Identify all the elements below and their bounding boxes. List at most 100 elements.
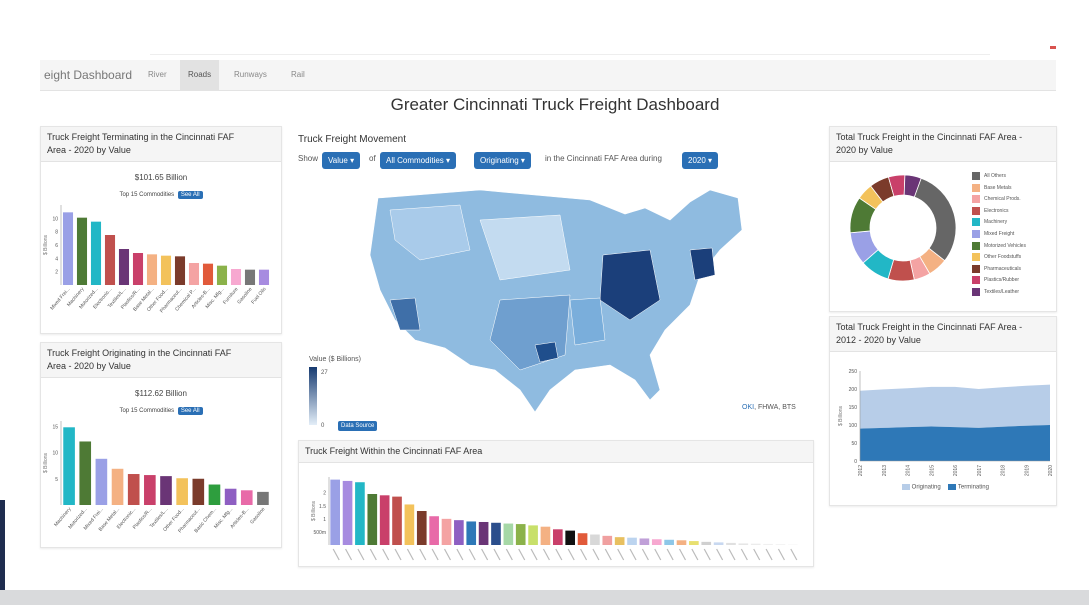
x-tick-label: 2012	[858, 465, 864, 476]
legend-label: All Others	[984, 173, 1006, 179]
legend-swatch	[972, 218, 980, 227]
bar	[367, 494, 378, 545]
legend-swatch	[972, 195, 980, 204]
bar	[111, 468, 124, 505]
see-all-button[interactable]: See All	[177, 191, 203, 199]
bar	[160, 255, 172, 285]
trend-legend: Originating Terminating	[902, 484, 989, 491]
bar	[208, 484, 221, 505]
donut-chart	[849, 174, 957, 282]
legend-swatch	[972, 241, 980, 250]
trend-panel-title: Total Truck Freight in the Cincinnati FA…	[830, 317, 1056, 352]
y-axis-label: $ Billions	[838, 405, 844, 426]
x-tick-mark	[357, 548, 365, 561]
map-legend: 27 0	[309, 367, 328, 429]
show-label: Show	[298, 154, 319, 163]
x-tick-label: Gasoline	[249, 506, 266, 525]
within-panel-title: Truck Freight Within the Cincinnati FAF …	[299, 441, 813, 463]
bar	[160, 476, 172, 505]
bar	[230, 269, 242, 285]
x-tick-mark	[753, 548, 761, 561]
data-source-button[interactable]: Data Source	[338, 421, 378, 431]
x-tick-mark	[431, 548, 439, 561]
legend-max: 27	[321, 370, 328, 376]
y-tick-label: 150	[849, 405, 858, 411]
legend-swatch-originating	[902, 484, 910, 490]
x-tick-mark	[790, 548, 798, 561]
bar	[614, 537, 625, 545]
y-tick-label: 10	[52, 451, 58, 457]
x-tick-mark	[493, 548, 501, 561]
commodity-dropdown[interactable]: All Commodities ▾	[380, 152, 457, 169]
oki-link[interactable]: OKI	[742, 404, 754, 411]
bar	[664, 539, 674, 545]
bar	[726, 542, 736, 545]
bar	[577, 533, 588, 545]
y-tick-label: 6	[55, 243, 58, 249]
bar	[144, 475, 156, 505]
us-choropleth-map[interactable]	[360, 180, 760, 420]
see-all-button[interactable]: See All	[177, 407, 203, 415]
bar	[330, 479, 341, 545]
donut-panel: Total Truck Freight in the Cincinnati FA…	[829, 126, 1057, 312]
bar	[224, 488, 237, 505]
originating-panel-title: Truck Freight Originating in the Cincinn…	[41, 343, 281, 378]
x-tick-mark	[382, 548, 390, 561]
bar	[379, 495, 390, 545]
y-tick-label: 2	[55, 270, 58, 276]
legend-label: Electronics	[984, 207, 1009, 214]
legend-label: Machinery	[984, 219, 1008, 226]
in-area-label: in the Cincinnati FAF Area during	[545, 154, 662, 163]
region-south-central[interactable]	[569, 297, 606, 346]
y-axis-label: $ Billions	[43, 452, 49, 473]
tab-roads[interactable]: Roads	[180, 60, 220, 90]
bar	[95, 458, 108, 505]
bar	[565, 530, 576, 545]
y-tick-label: 2	[323, 491, 326, 497]
x-tick-mark	[703, 548, 711, 561]
bar	[738, 543, 749, 545]
bar	[627, 537, 637, 545]
bar	[76, 217, 88, 285]
within-bar-chart: 500m 1 1.5 2 $ Billions	[311, 477, 798, 561]
bar	[416, 511, 427, 545]
legend-min: 0	[321, 423, 325, 429]
bar	[639, 538, 650, 545]
bar	[257, 491, 269, 505]
bar	[118, 249, 130, 285]
navbar: eight Dashboard River Roads Runways Rail	[40, 60, 1056, 91]
y-axis-label: $ Billions	[43, 234, 49, 255]
x-tick-mark	[777, 548, 785, 561]
navbar-brand[interactable]: eight Dashboard	[44, 68, 132, 82]
bar	[174, 256, 186, 285]
bar	[651, 539, 662, 545]
x-tick-mark	[518, 548, 526, 561]
y-tick-label: 250	[849, 369, 858, 375]
x-tick-mark	[592, 548, 600, 561]
tab-river[interactable]: River	[140, 60, 175, 90]
bar	[192, 478, 205, 505]
year-dropdown[interactable]: 2020 ▾	[682, 152, 719, 169]
value-dropdown[interactable]: Value ▾	[322, 152, 361, 169]
region-california-south[interactable]	[389, 297, 421, 331]
x-tick-mark	[332, 548, 340, 561]
bar	[90, 221, 102, 285]
bar	[132, 253, 144, 285]
tab-rail[interactable]: Rail	[283, 60, 313, 90]
bar	[602, 535, 613, 545]
page-title: Greater Cincinnati Truck Freight Dashboa…	[390, 95, 720, 114]
bar	[216, 265, 228, 285]
trend-panel: Total Truck Freight in the Cincinnati FA…	[829, 316, 1057, 506]
direction-dropdown[interactable]: Originating ▾	[474, 152, 531, 169]
x-tick-mark	[604, 548, 612, 561]
legend-label: Plastics/Rubber	[984, 277, 1020, 284]
x-tick-mark	[555, 548, 563, 561]
x-tick-mark	[740, 548, 748, 561]
y-axis-label: $ Billions	[311, 500, 317, 521]
close-icon[interactable]	[1050, 46, 1056, 49]
tab-runways[interactable]: Runways	[226, 60, 275, 90]
x-tick-mark	[629, 548, 637, 561]
trend-area-chart: 0 50 100 150 200 250 2012 2013 2014 2015 2016 2017 2…	[838, 369, 1054, 476]
area-originating	[860, 384, 1050, 429]
bar	[515, 524, 526, 545]
